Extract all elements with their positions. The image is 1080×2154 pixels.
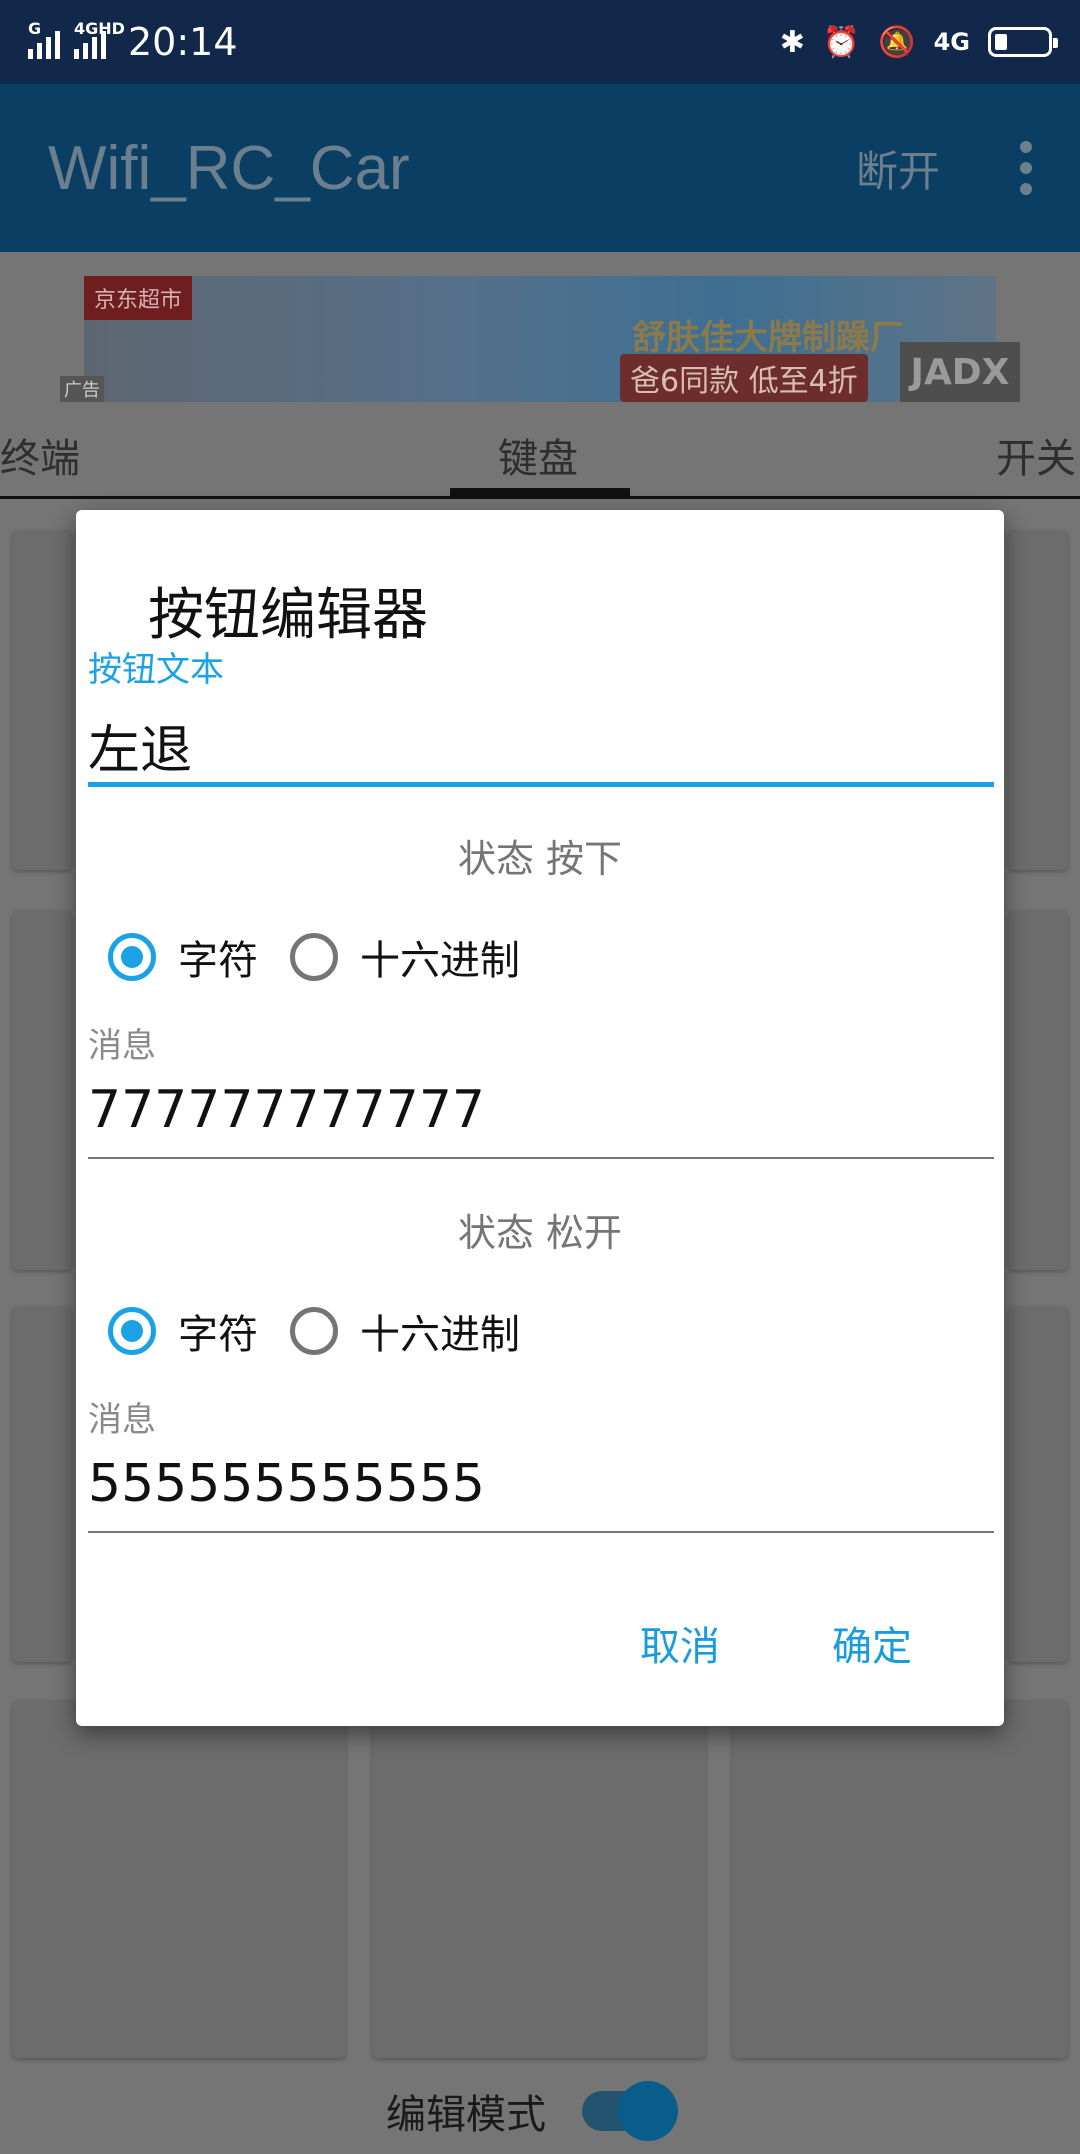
cancel-button[interactable]: 取消 [640,1614,720,1672]
clock: 20:14 [128,20,238,64]
button-text-underline [88,782,994,787]
edit-mode-row: 编辑模式 [386,2081,678,2141]
keyboard-button[interactable] [12,1306,72,1662]
keyboard-button[interactable] [1008,530,1068,870]
release-char-label[interactable]: 字符 [178,1302,258,1360]
press-hex-radio[interactable] [290,933,338,981]
edit-mode-switch[interactable] [582,2081,678,2141]
bluetooth-icon: ✱ [779,24,805,60]
press-hex-label[interactable]: 十六进制 [360,928,520,986]
tab-switch[interactable]: 开关 [996,426,1076,484]
ad-promo: 爸6同款 低至4折 [620,354,868,402]
dialog-title: 按钮编辑器 [148,583,428,648]
sim1-label: G [28,19,42,38]
tab-bar: 终端 键盘 开关 [0,418,1080,499]
disconnect-button[interactable]: 断开 [856,138,940,199]
more-options-icon[interactable] [1020,141,1032,195]
status-bar: G 4GHD 20:14 ✱ ⏰ 🔕 4G [0,0,1080,84]
press-state-heading: 状态 按下 [457,837,623,881]
keyboard-button[interactable] [12,530,72,870]
sim2-label: 4GHD [74,19,125,38]
watermark: JADX [900,342,1020,402]
ad-store-tag: 京东超市 [84,276,193,320]
release-message-label: 消息 [88,1400,156,1440]
keyboard-button[interactable] [1008,910,1068,1270]
button-text-label: 按钮文本 [88,650,224,690]
tab-keyboard[interactable]: 键盘 [498,426,578,484]
keyboard-button[interactable] [732,1700,1068,2058]
release-message-input[interactable]: 555555555555 [88,1454,485,1514]
keyboard-button[interactable] [1008,1306,1068,1662]
press-message-label: 消息 [88,1026,156,1066]
release-char-radio[interactable] [108,1307,156,1355]
press-format-radio-group: 字符 十六进制 [108,928,552,986]
confirm-button[interactable]: 确定 [832,1614,912,1672]
battery-icon [988,27,1058,57]
ad-headline: 舒肤佳大牌制躁厂 [632,318,904,358]
signal-icon-sim1: G [28,19,60,59]
release-message-underline [88,1531,994,1533]
press-message-underline [88,1157,994,1159]
alarm-icon: ⏰ [822,24,861,60]
release-state-heading: 状态 松开 [457,1211,623,1255]
ad-banner[interactable]: 京东超市 舒肤佳大牌制躁厂 爸6同款 低至4折 广告 [60,276,996,402]
release-hex-label[interactable]: 十六进制 [360,1302,520,1360]
mute-icon: 🔕 [878,24,916,60]
ad-label: 广告 [60,376,104,402]
button-editor-dialog: 按钮编辑器 按钮文本 左退 状态 按下 字符 十六进制 消息 777777777… [76,510,1004,1726]
keyboard-button[interactable] [12,1700,346,2058]
edit-mode-label: 编辑模式 [386,2092,546,2138]
app-bar: Wifi_RC_Car 断开 [0,84,1080,252]
press-char-radio[interactable] [108,933,156,981]
release-format-radio-group: 字符 十六进制 [108,1302,552,1360]
release-hex-radio[interactable] [290,1307,338,1355]
press-message-input[interactable]: 777777777777 [88,1080,485,1140]
network-type-label: 4G [933,28,970,56]
keyboard-button[interactable] [12,910,72,1270]
signal-icon-sim2: 4GHD [74,19,125,59]
button-text-input[interactable]: 左退 [88,708,192,783]
keyboard-button[interactable] [372,1700,706,2058]
tab-terminal[interactable]: 终端 [0,426,80,484]
press-char-label[interactable]: 字符 [178,928,258,986]
app-title: Wifi_RC_Car [48,133,410,203]
tab-indicator [450,488,630,496]
